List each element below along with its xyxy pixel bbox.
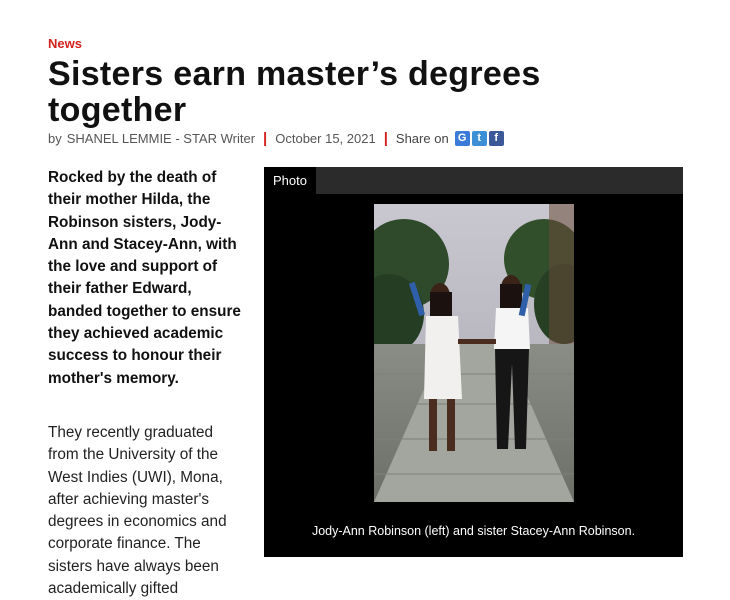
sisters-photo-image [374,204,574,502]
share-label: Share on [395,131,449,146]
google-share-icon[interactable]: G [454,131,470,146]
article-lead: Rocked by the death of their mother Hild… [48,169,241,387]
photo-gallery: Photo Jody-Ann Robinson (left) and siste… [264,167,683,557]
article-paragraph: They recently graduated from the Univers… [48,424,227,598]
photo-tab[interactable]: Photo [264,167,316,194]
twitter-share-icon[interactable]: t [471,131,487,146]
publish-date: October 15, 2021 [275,131,376,146]
byline-by: by [48,131,62,146]
byline-separator: | [383,130,388,147]
article-headline: Sisters earn master’s degrees together [48,55,541,129]
byline: by SHANEL LEMMIE - STAR Writer | October… [48,130,506,147]
author-name[interactable]: SHANEL LEMMIE - STAR Writer [67,131,255,146]
facebook-share-icon[interactable]: f [488,131,504,146]
photo-tab-bar [316,167,683,194]
article-photo[interactable] [374,204,574,502]
byline-separator: | [263,130,268,147]
section-link-news[interactable]: News [48,36,82,51]
photo-caption: Jody-Ann Robinson (left) and sister Stac… [311,524,636,538]
